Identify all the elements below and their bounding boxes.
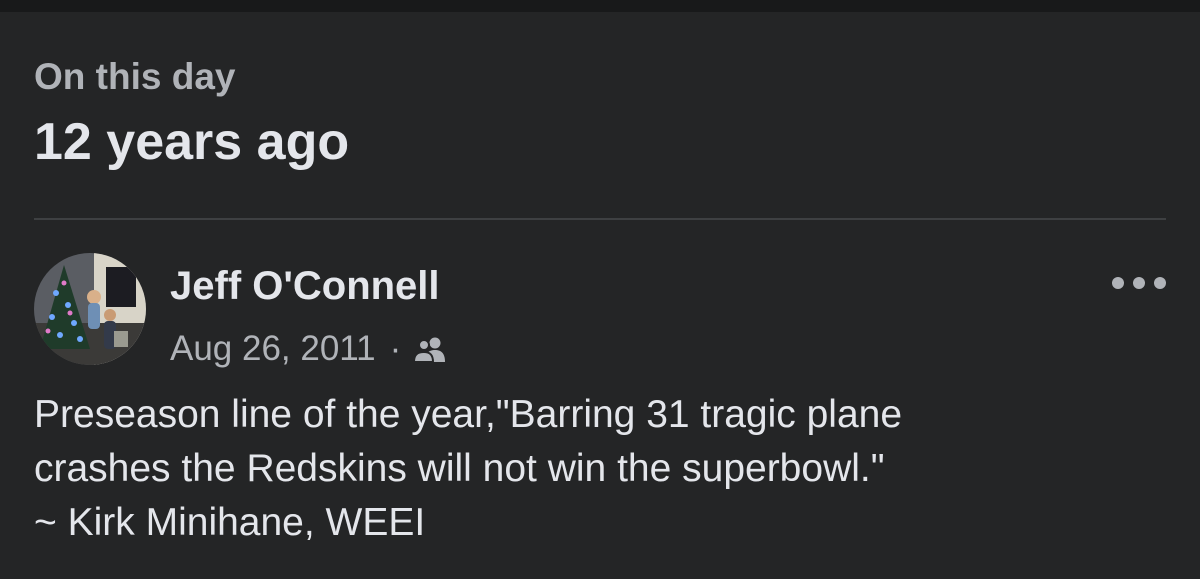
more-options-icon[interactable] (1112, 266, 1166, 300)
post-text-line: ~ Kirk Minihane, WEEI (34, 501, 426, 544)
post-meta: Aug 26, 2011 · (170, 326, 447, 372)
more-dot (1154, 277, 1166, 289)
memory-label: On this day (34, 56, 236, 97)
friends-icon[interactable] (413, 335, 447, 363)
post-date[interactable]: Aug 26, 2011 (170, 329, 376, 369)
post-text-line: Preseason line of the year,"Barring 31 t… (34, 393, 903, 436)
meta-separator: · (389, 329, 402, 368)
more-dot (1112, 277, 1124, 289)
post-text-line: crashes the Redskins will not win the su… (34, 447, 885, 490)
memory-title: 12 years ago (34, 113, 350, 171)
post-text: Preseason line of the year,"Barring 31 t… (34, 388, 1174, 550)
author-avatar[interactable] (34, 253, 146, 365)
more-dot (1133, 277, 1145, 289)
avatar-photo (34, 253, 146, 365)
author-name[interactable]: Jeff O'Connell (170, 264, 440, 309)
section-divider (34, 218, 1166, 220)
status-bar-strip (0, 0, 1200, 12)
